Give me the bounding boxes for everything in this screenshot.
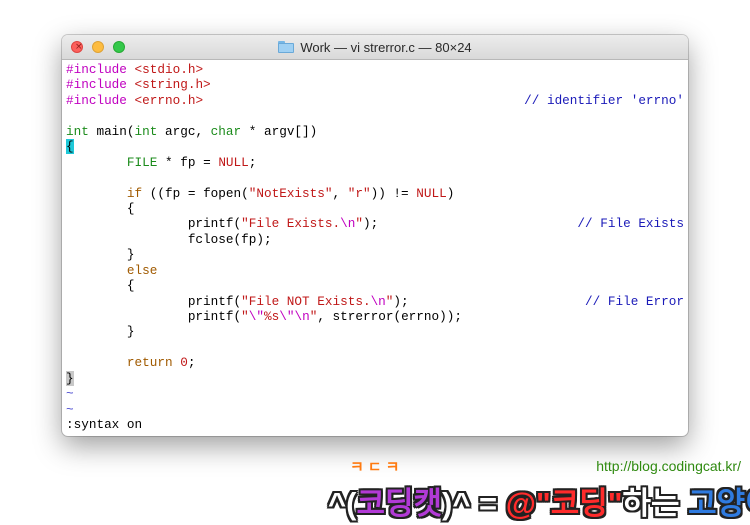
code-comment: // File Exists bbox=[577, 216, 684, 232]
window-title: Work — vi strerror.c — 80×24 bbox=[62, 35, 688, 59]
code-line: printf("\"%s\"\n", strerror(errno)); bbox=[66, 309, 462, 324]
code-comment: // File Error bbox=[585, 293, 684, 309]
code-line: return 0; bbox=[126, 355, 196, 371]
code-line: } bbox=[66, 370, 684, 386]
code-line: } bbox=[66, 324, 135, 340]
code-line: int main(int argc, char * argv[]) bbox=[66, 123, 318, 139]
empty-line-marker: ~ bbox=[66, 401, 74, 417]
code-line: else bbox=[126, 262, 158, 278]
matching-brace: } bbox=[66, 370, 74, 386]
code-line: } bbox=[66, 247, 135, 263]
code-line: { bbox=[66, 139, 684, 155]
title-bar[interactable]: × Work — vi strerror.c — 80×24 bbox=[62, 35, 688, 60]
watermark-logo-text: ^(코딩캣)^ = @"코딩"하는 고양이; bbox=[328, 486, 750, 521]
watermark-url: http://blog.codingcat.kr/ bbox=[596, 458, 741, 474]
folder-icon bbox=[278, 41, 295, 53]
code-line: fclose(fp); bbox=[66, 231, 272, 247]
code-line: { bbox=[66, 278, 135, 294]
code-line: #include <stdio.h> bbox=[66, 62, 204, 77]
code-line: FILE * fp = NULL; bbox=[126, 154, 257, 170]
command-line[interactable]: :syntax on bbox=[66, 417, 684, 432]
code-line: printf("File Exists.\n");// File Exists bbox=[66, 216, 684, 232]
window-title-text: Work — vi strerror.c — 80×24 bbox=[300, 39, 472, 55]
vi-editor[interactable]: #include <stdio.h> #include <string.h> #… bbox=[66, 62, 684, 434]
code-line: #include <string.h> bbox=[66, 77, 211, 93]
watermark-small-label: ㅋㄷㅋ bbox=[350, 459, 404, 476]
empty-line-marker: ~ bbox=[66, 386, 74, 402]
code-line: printf("File NOT Exists.\n");// File Err… bbox=[66, 293, 684, 309]
code-line: #include <errno.h>// identifier 'errno' bbox=[66, 92, 684, 108]
code-line: if ((fp = fopen("NotExists", "r")) != NU… bbox=[126, 185, 455, 201]
text-cursor: { bbox=[66, 139, 74, 155]
terminal-window: × Work — vi strerror.c — 80×24 #include … bbox=[62, 35, 688, 436]
code-comment: // identifier 'errno' bbox=[524, 92, 684, 108]
code-line: { bbox=[66, 200, 135, 216]
